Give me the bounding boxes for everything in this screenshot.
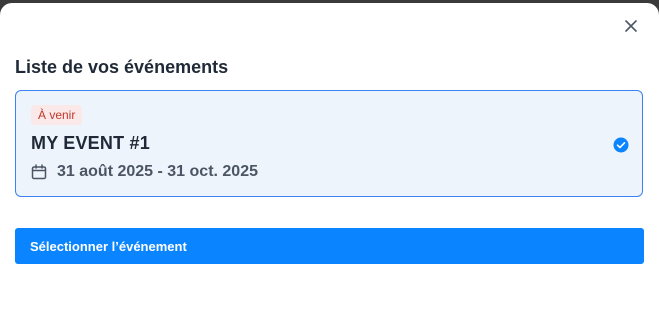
- close-icon: [625, 20, 637, 32]
- event-date-range: 31 août 2025 - 31 oct. 2025: [57, 163, 258, 180]
- select-event-button[interactable]: Sélectionner l’événement: [15, 228, 644, 264]
- status-badge: À venir: [31, 105, 83, 125]
- calendar-icon: [31, 164, 47, 180]
- modal-title: Liste de vos événements: [15, 57, 229, 77]
- event-card[interactable]: À venir MY EVENT #1 31 août 2025 - 31 oc…: [15, 90, 643, 197]
- check-circle-icon: [613, 137, 629, 153]
- event-name: MY EVENT #1: [31, 133, 150, 153]
- event-selection-modal: Liste de vos événements À venir MY EVENT…: [0, 3, 659, 325]
- event-dates: 31 août 2025 - 31 oct. 2025: [31, 163, 258, 181]
- close-button[interactable]: [620, 15, 642, 37]
